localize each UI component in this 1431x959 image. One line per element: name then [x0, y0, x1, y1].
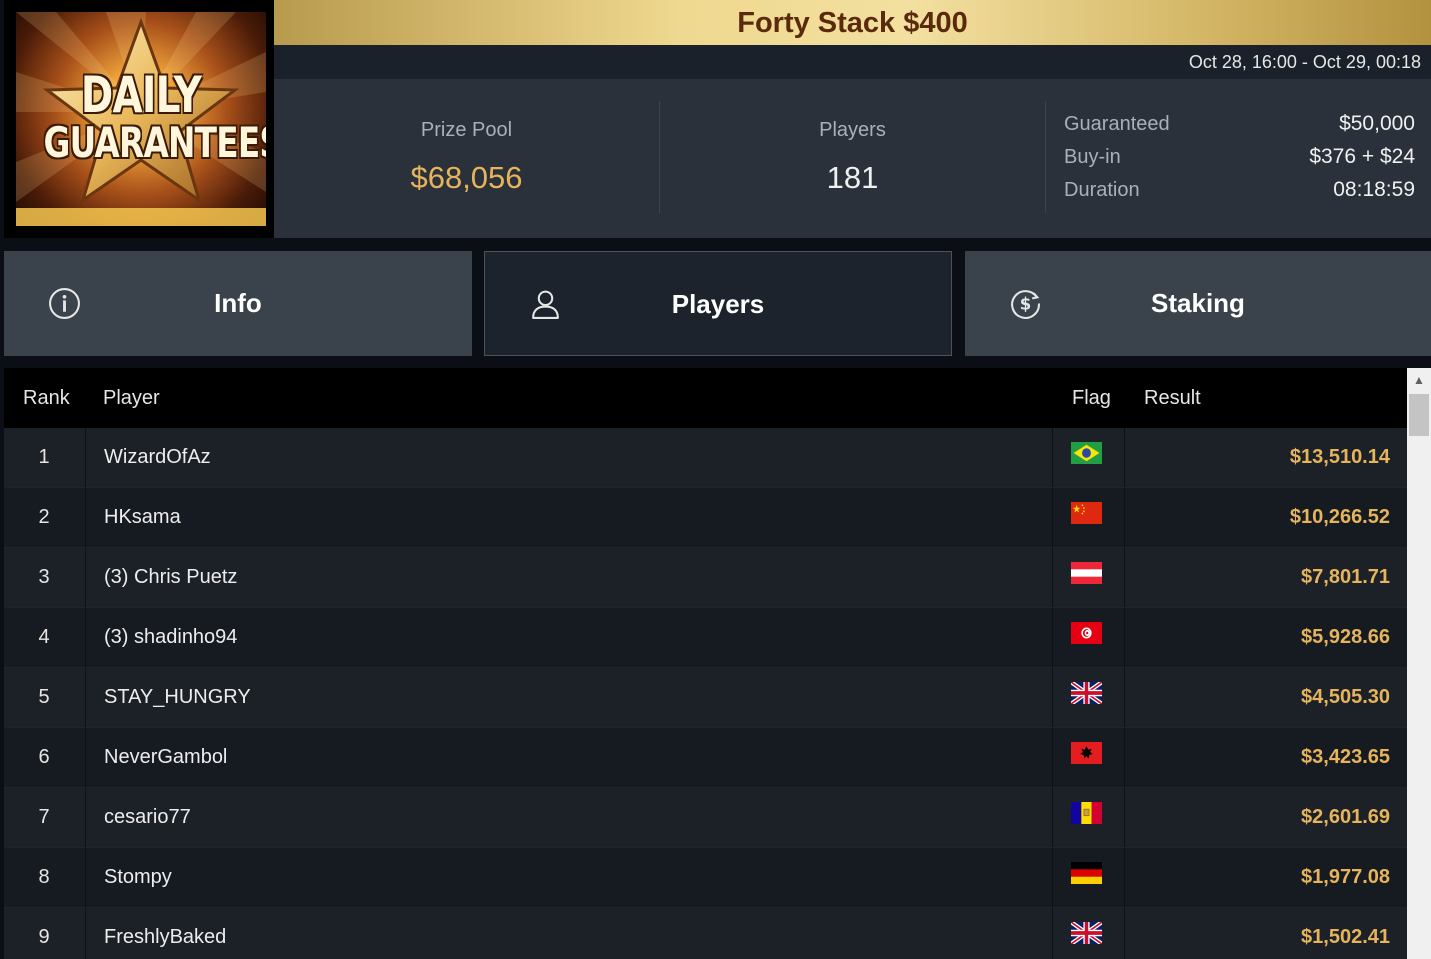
- buyin-row: Buy-in $376 + $24: [1064, 144, 1415, 177]
- tab-staking-label: Staking: [1151, 288, 1245, 318]
- flag-cell: [1054, 728, 1125, 787]
- scroll-thumb[interactable]: [1409, 394, 1429, 436]
- player-name-cell[interactable]: HKsama: [85, 488, 1053, 547]
- rank-cell: 6: [38, 746, 50, 768]
- result-cell: $7,801.71: [1301, 566, 1390, 588]
- table-row[interactable]: 9 FreshlyBaked $1,502.41: [4, 908, 1407, 959]
- title-bar: Forty Stack $400: [274, 0, 1431, 45]
- tab-info-label: Info: [214, 288, 262, 318]
- flag-cell: [1054, 488, 1125, 547]
- rank-cell: 3: [38, 566, 50, 588]
- flag-cell: [1054, 608, 1125, 667]
- player-name-cell[interactable]: (3) Chris Puetz: [85, 548, 1053, 607]
- result-cell: $10,266.52: [1289, 506, 1390, 528]
- result-cell: $13,510.14: [1289, 446, 1390, 468]
- tab-staking[interactable]: $ Staking: [965, 251, 1431, 356]
- buyin-value: $376 + $24: [1309, 145, 1415, 168]
- tab-players-label: Players: [671, 289, 765, 319]
- guaranteed-value: $50,000: [1339, 112, 1415, 135]
- date-range: Oct 28, 16:00 - Oct 29, 00:18: [1188, 52, 1421, 72]
- tab-info[interactable]: Info: [4, 251, 472, 356]
- andorra-flag-icon: [1071, 802, 1102, 824]
- tournament-logo: DAILY GUARANTEES: [4, 0, 274, 238]
- china-flag-icon: [1071, 502, 1102, 524]
- table-header: Rank Player Flag Result: [4, 368, 1407, 428]
- result-cell: $4,505.30: [1301, 686, 1390, 708]
- guaranteed-label: Guaranteed: [1064, 113, 1170, 135]
- player-name-cell[interactable]: WizardOfAz: [85, 428, 1053, 487]
- rank-cell: 1: [38, 446, 50, 468]
- result-cell: $3,423.65: [1301, 746, 1390, 768]
- rank-cell: 5: [38, 686, 50, 708]
- duration-label: Duration: [1064, 179, 1140, 201]
- table-row[interactable]: 6 NeverGambol $3,423.65: [4, 728, 1407, 788]
- header-flag[interactable]: Flag: [1072, 368, 1111, 428]
- result-cell: $1,977.08: [1301, 866, 1390, 888]
- table-row[interactable]: 2 HKsama $10,266.52: [4, 488, 1407, 548]
- player-name-cell[interactable]: NeverGambol: [85, 728, 1053, 787]
- player-name-cell[interactable]: (3) shadinho94: [85, 608, 1053, 667]
- table-row[interactable]: 7 cesario77 $2,601.69: [4, 788, 1407, 848]
- flag-cell: [1054, 548, 1125, 607]
- flag-cell: [1054, 428, 1125, 487]
- result-cell: $1,502.41: [1301, 926, 1390, 948]
- players-label: Players: [819, 119, 886, 141]
- stats-divider: [1045, 101, 1046, 213]
- header-result[interactable]: Result: [1144, 368, 1201, 428]
- result-cell: $5,928.66: [1301, 626, 1390, 648]
- guaranteed-row: Guaranteed $50,000: [1064, 111, 1415, 144]
- rank-cell: 7: [38, 806, 50, 828]
- prize-pool-stat: Prize Pool $68,056: [274, 101, 659, 213]
- rank-cell: 8: [38, 866, 50, 888]
- players-table: Rank Player Flag Result 1 WizardOfAz $13,5…: [4, 368, 1407, 959]
- logo-line-1: DAILY: [80, 66, 202, 124]
- rank-cell: 2: [38, 506, 50, 528]
- germany-flag-icon: [1071, 862, 1102, 884]
- table-row[interactable]: 3 (3) Chris Puetz $7,801.71: [4, 548, 1407, 608]
- vertical-scrollbar[interactable]: ▲: [1407, 368, 1431, 959]
- stats-panel: Prize Pool $68,056 Players 181 Guarantee…: [274, 79, 1431, 238]
- tournament-details: Guaranteed $50,000 Buy-in $376 + $24 Dur…: [1064, 111, 1415, 210]
- buyin-label: Buy-in: [1064, 146, 1121, 168]
- logo-line-2: GUARANTEES: [43, 118, 267, 167]
- rank-cell: 4: [38, 626, 50, 648]
- header-rank[interactable]: Rank: [23, 368, 70, 428]
- prize-pool-label: Prize Pool: [420, 119, 513, 141]
- austria-flag-icon: [1071, 562, 1102, 584]
- duration-value: 08:18:59: [1333, 178, 1415, 201]
- united-kingdom-flag-icon: [1071, 922, 1102, 944]
- prize-pool-value: $68,056: [410, 160, 523, 195]
- player-name-cell[interactable]: Stompy: [85, 848, 1053, 907]
- table-row[interactable]: 5 STAY_HUNGRY $4,505.30: [4, 668, 1407, 728]
- players-stat: Players 181: [660, 101, 1045, 213]
- table-row[interactable]: 1 WizardOfAz $13,510.14: [4, 428, 1407, 488]
- duration-row: Duration 08:18:59: [1064, 177, 1415, 210]
- date-bar: Oct 28, 16:00 - Oct 29, 00:18: [274, 45, 1431, 79]
- tunisia-flag-icon: [1071, 622, 1102, 644]
- tournament-title: Forty Stack $400: [737, 7, 968, 39]
- player-name-cell[interactable]: cesario77: [85, 788, 1053, 847]
- flag-cell: [1054, 848, 1125, 907]
- tab-players[interactable]: Players: [484, 251, 952, 356]
- rank-cell: 9: [38, 926, 50, 948]
- united-kingdom-flag-icon: [1071, 682, 1102, 704]
- players-value: 181: [826, 160, 879, 195]
- flag-cell: [1054, 788, 1125, 847]
- flag-cell: [1054, 908, 1125, 959]
- header-player[interactable]: Player: [103, 368, 160, 428]
- table-row[interactable]: 4 (3) shadinho94 $5,928.66: [4, 608, 1407, 668]
- result-cell: $2,601.69: [1301, 806, 1390, 828]
- daily-guarantees-logo: DAILY GUARANTEES: [16, 12, 266, 226]
- scroll-up-arrow-icon[interactable]: ▲: [1407, 368, 1431, 392]
- albania-flag-icon: [1071, 742, 1102, 764]
- brazil-flag-icon: [1071, 442, 1102, 464]
- player-name-cell[interactable]: FreshlyBaked: [85, 908, 1053, 959]
- player-name-cell[interactable]: STAY_HUNGRY: [85, 668, 1053, 727]
- flag-cell: [1054, 668, 1125, 727]
- table-row[interactable]: 8 Stompy $1,977.08: [4, 848, 1407, 908]
